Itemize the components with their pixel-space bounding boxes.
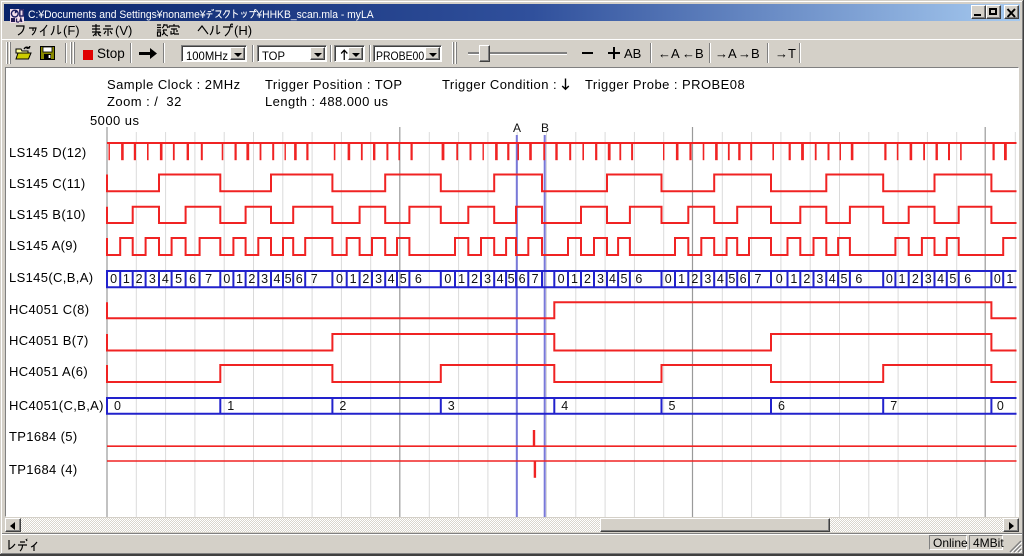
svg-text:3: 3	[484, 272, 491, 286]
svg-text:6: 6	[189, 272, 196, 286]
svg-text:5: 5	[949, 272, 956, 286]
svg-text:2: 2	[136, 272, 143, 286]
svg-text:0: 0	[997, 399, 1004, 413]
svg-text:1: 1	[350, 272, 357, 286]
svg-text:0: 0	[886, 272, 893, 286]
svg-text:0: 0	[110, 272, 117, 286]
svg-text:5: 5	[285, 272, 292, 286]
svg-text:0: 0	[336, 272, 343, 286]
svg-text:7: 7	[890, 399, 897, 413]
svg-text:2: 2	[912, 272, 919, 286]
svg-text:6: 6	[296, 272, 303, 286]
svg-text:5: 5	[508, 272, 515, 286]
svg-text:3: 3	[704, 272, 711, 286]
svg-text:3: 3	[149, 272, 156, 286]
svg-text:7: 7	[532, 272, 539, 286]
svg-text:A: A	[513, 121, 521, 135]
svg-text:2: 2	[362, 272, 369, 286]
svg-text:1: 1	[236, 272, 243, 286]
svg-text:6: 6	[519, 272, 526, 286]
svg-text:0: 0	[444, 272, 451, 286]
svg-text:0: 0	[114, 399, 121, 413]
svg-text:1: 1	[899, 272, 906, 286]
svg-text:6: 6	[415, 272, 422, 286]
svg-text:5: 5	[621, 272, 628, 286]
svg-text:1: 1	[571, 272, 578, 286]
svg-text:0: 0	[223, 272, 230, 286]
svg-text:3: 3	[448, 399, 455, 413]
svg-text:2: 2	[691, 272, 698, 286]
svg-text:B: B	[541, 121, 549, 135]
svg-text:5: 5	[400, 272, 407, 286]
svg-text:5: 5	[728, 272, 735, 286]
svg-text:0: 0	[665, 272, 672, 286]
svg-text:4: 4	[388, 272, 395, 286]
svg-text:1: 1	[678, 272, 685, 286]
svg-text:3: 3	[597, 272, 604, 286]
svg-text:2: 2	[471, 272, 478, 286]
svg-text:4: 4	[162, 272, 169, 286]
svg-text:4: 4	[497, 272, 504, 286]
svg-text:1: 1	[790, 272, 797, 286]
svg-text:6: 6	[964, 272, 971, 286]
svg-text:4: 4	[274, 272, 281, 286]
svg-text:2: 2	[803, 272, 810, 286]
svg-text:2: 2	[248, 272, 255, 286]
svg-text:1: 1	[227, 399, 234, 413]
svg-text:3: 3	[925, 272, 932, 286]
svg-text:6: 6	[635, 272, 642, 286]
svg-text:7: 7	[755, 272, 762, 286]
svg-text:1: 1	[123, 272, 130, 286]
svg-text:7: 7	[205, 272, 212, 286]
svg-text:7: 7	[311, 272, 318, 286]
svg-text:6: 6	[855, 272, 862, 286]
svg-text:3: 3	[375, 272, 382, 286]
svg-text:6: 6	[778, 399, 785, 413]
svg-text:5: 5	[669, 399, 676, 413]
svg-text:5: 5	[175, 272, 182, 286]
svg-text:5: 5	[841, 272, 848, 286]
svg-text:0: 0	[558, 272, 565, 286]
svg-text:2: 2	[584, 272, 591, 286]
svg-text:4: 4	[561, 399, 568, 413]
svg-text:3: 3	[261, 272, 268, 286]
svg-text:1: 1	[1006, 272, 1013, 286]
svg-text:0: 0	[994, 272, 1001, 286]
svg-text:4: 4	[609, 272, 616, 286]
svg-text:3: 3	[816, 272, 823, 286]
svg-text:4: 4	[717, 272, 724, 286]
svg-text:4: 4	[937, 272, 944, 286]
svg-text:0: 0	[776, 272, 783, 286]
svg-text:6: 6	[740, 272, 747, 286]
svg-text:1: 1	[458, 272, 465, 286]
svg-text:4: 4	[829, 272, 836, 286]
svg-text:2: 2	[339, 399, 346, 413]
